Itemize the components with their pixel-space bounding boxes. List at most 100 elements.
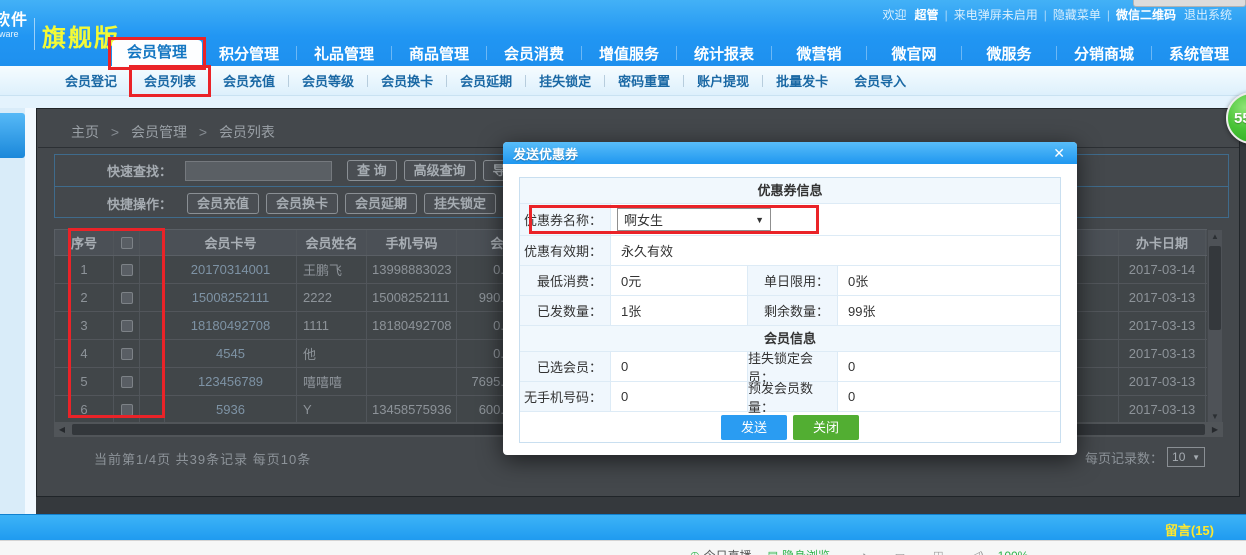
close-button[interactable]: 关闭: [793, 415, 859, 440]
volume-icon[interactable]: ◁): [972, 549, 984, 555]
subnav-password-reset[interactable]: 密码重置: [605, 71, 683, 90]
table-vertical-scrollbar[interactable]: ▲ ▼: [1207, 229, 1223, 425]
chevron-down-icon: ▼: [755, 215, 764, 225]
current-user[interactable]: 超管: [915, 8, 939, 22]
nav-tab-points[interactable]: 积分管理: [202, 43, 296, 64]
nav-tab-distribution-mall[interactable]: 分销商城: [1057, 43, 1151, 64]
hide-menu-link[interactable]: 隐藏菜单: [1053, 8, 1101, 22]
cell-date: 2017-03-13: [1119, 396, 1206, 423]
subnav-loss-lock[interactable]: 挂失锁定: [526, 71, 604, 90]
col-checkbox: [114, 230, 140, 255]
extend-button[interactable]: 会员延期: [345, 193, 417, 214]
messages-link[interactable]: 留言(15): [1165, 520, 1214, 539]
min-spend-label: 最低消费：: [520, 266, 611, 295]
footer-bar: 留言(15): [0, 514, 1246, 540]
nav-tab-products[interactable]: 商品管理: [392, 43, 486, 64]
logout-link[interactable]: 退出系统: [1184, 8, 1232, 22]
scroll-left-icon[interactable]: ◀: [54, 425, 70, 434]
live-toolbar-item[interactable]: ◷今日直播: [690, 547, 752, 555]
col-card: 会员卡号: [165, 230, 297, 255]
chevron-down-icon: ▼: [1192, 453, 1200, 462]
cell-name: 嘻嘻嘻: [297, 368, 367, 395]
row-checkbox[interactable]: [121, 292, 133, 304]
row-checkbox[interactable]: [121, 404, 133, 416]
cell-name: 他: [297, 340, 367, 367]
nav-tab-reports[interactable]: 统计报表: [677, 43, 771, 64]
advanced-search-button[interactable]: 高级查询: [404, 160, 476, 181]
coupon-name-select[interactable]: 啊女生 ▼: [617, 208, 771, 231]
nav-tab-value-added[interactable]: 增值服务: [582, 43, 676, 64]
subnav-member-list[interactable]: 会员列表: [131, 71, 209, 90]
cell-date: 2017-03-13: [1119, 368, 1206, 395]
coupon-name-row: 优惠券名称： 啊女生 ▼: [520, 204, 1060, 236]
row-checkbox[interactable]: [121, 348, 133, 360]
subnav-member-register[interactable]: 会员登记: [52, 71, 130, 90]
user-links: 欢迎超管|来电弹屏未启用|隐藏菜单|微信二维码退出系统: [879, 6, 1236, 23]
cell-phone: 13998883023: [367, 256, 457, 283]
subnav-member-level[interactable]: 会员等级: [289, 71, 367, 90]
scroll-up-icon[interactable]: ▲: [1211, 230, 1219, 244]
sidebar-collapse-handle[interactable]: [0, 113, 25, 158]
sub-nav: 会员登记 会员列表 会员充值 会员等级 会员换卡 会员延期 挂失锁定 密码重置 …: [0, 66, 1246, 96]
browser-bottom-strip: ◷今日直播 ▤隐身浏览 ◔ ▭ ◳ ◁) 100%: [0, 540, 1246, 555]
cell-phone: 18180492708: [367, 312, 457, 339]
replace-card-button[interactable]: 会员换卡: [266, 193, 338, 214]
no-phone-value: 0: [611, 382, 748, 411]
subnav-member-recharge[interactable]: 会员充值: [210, 71, 288, 90]
toolbar-icon-1[interactable]: ◔: [860, 550, 867, 555]
min-spend-value: 0元: [611, 266, 748, 295]
incognito-toolbar-item[interactable]: ▤隐身浏览: [768, 547, 830, 555]
subnav-batch-card[interactable]: 批量发卡: [763, 71, 841, 90]
presend-count-label: 预发会员数量：: [748, 382, 838, 411]
call-popup-status[interactable]: 来电弹屏未启用: [954, 8, 1038, 22]
col-phone: 手机号码: [367, 230, 457, 255]
remain-count-label: 剩余数量：: [748, 296, 838, 325]
validity-label: 优惠有效期：: [520, 236, 611, 265]
breadcrumb-member-management[interactable]: 会员管理: [131, 124, 187, 140]
toolbar-icon-3[interactable]: ◳: [933, 549, 943, 555]
wechat-qrcode-link[interactable]: 微信二维码: [1116, 8, 1176, 22]
dialog-title: 发送优惠券: [513, 144, 578, 163]
cell-card: 123456789: [165, 368, 297, 395]
nav-tab-wechat-service[interactable]: 微服务: [962, 43, 1056, 64]
nav-tab-gifts[interactable]: 礼品管理: [297, 43, 391, 64]
nav-tab-member-management[interactable]: 会员管理: [112, 40, 202, 66]
send-button[interactable]: 发送: [721, 415, 787, 440]
recharge-button[interactable]: 会员充值: [187, 193, 259, 214]
nav-tab-system[interactable]: 系统管理: [1152, 43, 1246, 64]
sent-count-value: 1张: [611, 296, 748, 325]
dialog-titlebar[interactable]: 发送优惠券 ✕: [503, 142, 1077, 164]
scroll-right-icon[interactable]: ▶: [1207, 425, 1223, 434]
nav-tab-consumption[interactable]: 会员消费: [487, 43, 581, 64]
zoom-level[interactable]: 100%: [998, 549, 1029, 555]
daily-limit-label: 单日限用：: [748, 266, 838, 295]
header-gap-strip: [0, 96, 1246, 108]
col-seq: 序号: [55, 230, 114, 255]
subnav-withdraw[interactable]: 账户提现: [684, 71, 762, 90]
logo-divider: [34, 18, 35, 50]
badge-count: 55: [1234, 110, 1246, 127]
col-name: 会员姓名: [297, 230, 367, 255]
row-checkbox[interactable]: [121, 376, 133, 388]
nav-tab-wechat-site[interactable]: 微官网: [867, 43, 961, 64]
subnav-card-replace[interactable]: 会员换卡: [368, 71, 446, 90]
edition-label: 旗舰版: [42, 18, 120, 53]
select-all-checkbox[interactable]: [121, 237, 133, 249]
subnav-member-import[interactable]: 会员导入: [841, 71, 919, 90]
loss-lock-button[interactable]: 挂失锁定: [424, 193, 496, 214]
close-icon[interactable]: ✕: [1053, 146, 1065, 160]
subnav-member-extend[interactable]: 会员延期: [447, 71, 525, 90]
nav-tab-wechat-marketing[interactable]: 微营销: [772, 43, 866, 64]
selected-members-label: 已选会员：: [520, 352, 611, 381]
cell-name: 1111: [297, 312, 367, 339]
row-checkbox[interactable]: [121, 264, 133, 276]
page-size-select[interactable]: 10 ▼: [1167, 447, 1205, 467]
breadcrumb-home[interactable]: 主页: [71, 124, 99, 140]
quick-find-input[interactable]: [185, 161, 332, 181]
vscroll-thumb[interactable]: [1209, 246, 1221, 330]
toolbar-icon-2[interactable]: ▭: [895, 549, 905, 555]
app-window: 欢迎超管|来电弹屏未启用|隐藏菜单|微信二维码退出系统 软件 ftware 旗舰…: [0, 0, 1246, 555]
search-button[interactable]: 查 询: [347, 160, 397, 181]
row-checkbox[interactable]: [121, 320, 133, 332]
page-size-control: 每页记录数： 10 ▼: [1085, 447, 1205, 467]
